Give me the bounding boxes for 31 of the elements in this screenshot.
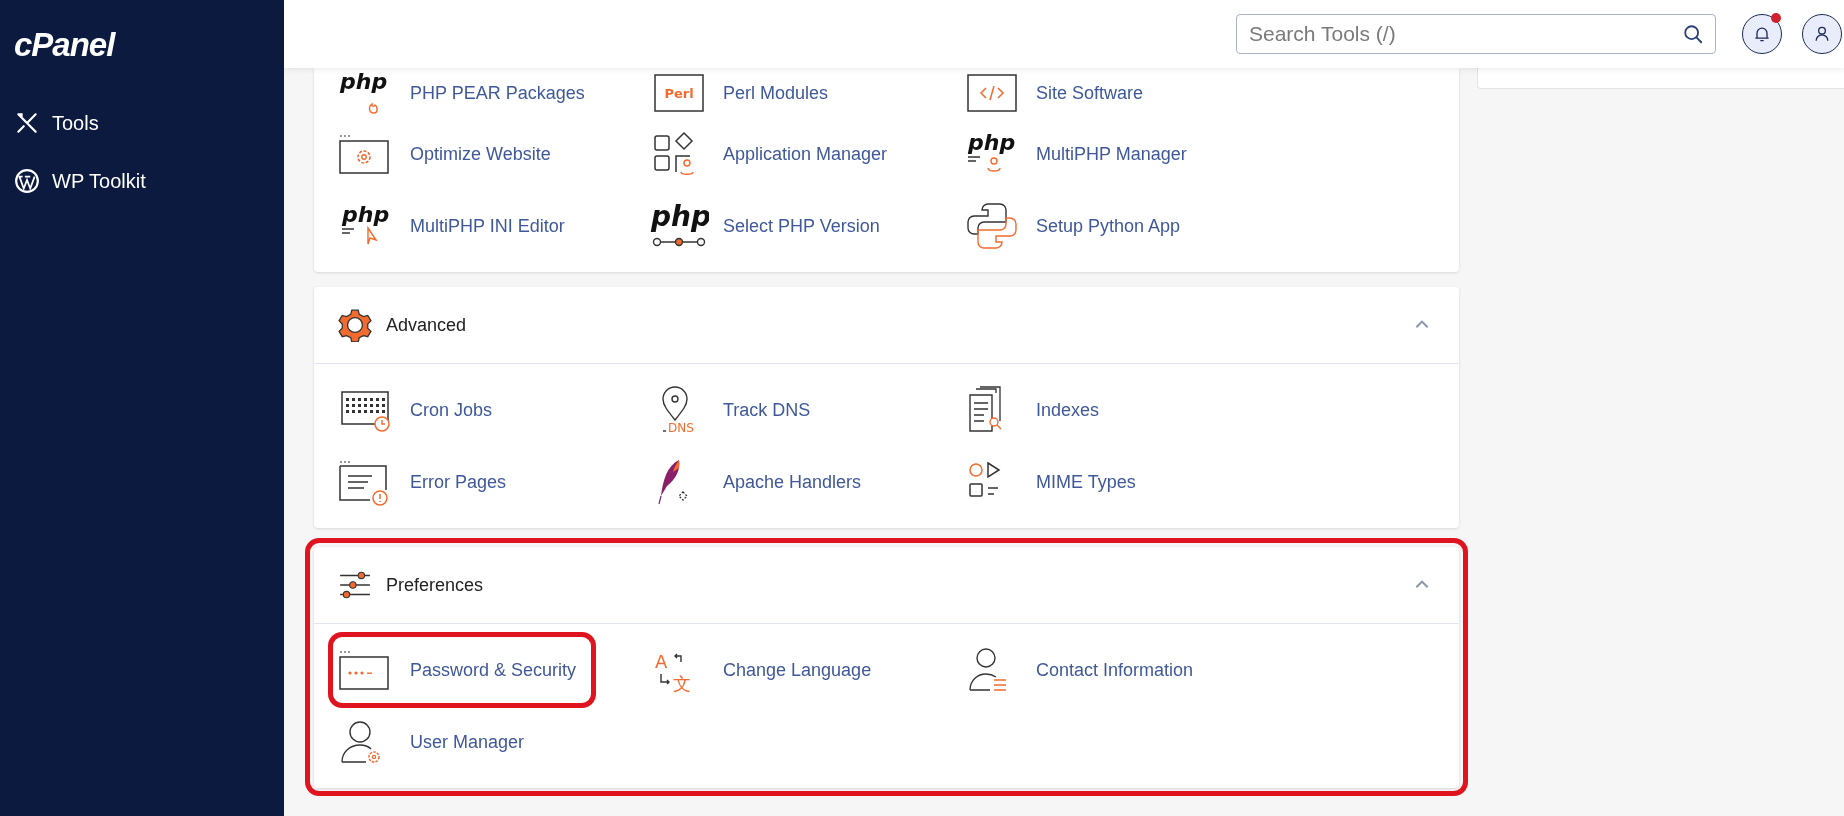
notifications-button[interactable] [1742,14,1782,54]
tool-link[interactable]: Site Software [962,68,1156,118]
tool-link[interactable]: User Manager [336,706,537,778]
tool-link[interactable]: A 文 Change Language [649,634,884,706]
tool-link[interactable]: MIME Types [962,446,1148,518]
tool-link[interactable]: Application Manager [649,118,900,190]
tool-link[interactable]: Password & Security [336,634,591,706]
tool-link[interactable]: Error Pages [336,446,519,518]
wordpress-icon [14,168,40,194]
tool-link[interactable]: Contact Information [962,634,1206,706]
gear-icon [338,308,372,342]
tool-link[interactable]: Perl Perl Modules [649,68,841,118]
tool-link[interactable]: Optimize Website [336,118,563,190]
sidebar-item[interactable]: Tools [0,94,99,152]
tool-link[interactable]: php Select PHP Version [649,190,892,262]
tool-link[interactable]: Indexes [962,374,1112,446]
tool-link[interactable]: Setup Python App [962,190,1193,262]
tool-link[interactable]: Apache Handlers [649,446,874,518]
search-icon [1682,23,1704,45]
tool-link[interactable]: DNS Track DNS [649,374,823,446]
sidebar-item[interactable]: WP Toolkit [0,152,146,210]
search-field[interactable]: Search Tools (/) [1236,14,1716,54]
section-title: Preferences [386,574,484,596]
user-button[interactable] [1802,14,1842,54]
logo[interactable]: cPanel [0,26,115,64]
section-title: Advanced [386,314,467,336]
tool-link[interactable]: php MultiPHP Manager [962,118,1199,190]
tools-icon [14,110,40,136]
tool-link[interactable]: php PHP PEAR Packages [336,68,597,118]
tool-link[interactable]: Cron Jobs [336,374,505,446]
tool-link[interactable]: php MultiPHP INI Editor [336,190,577,262]
